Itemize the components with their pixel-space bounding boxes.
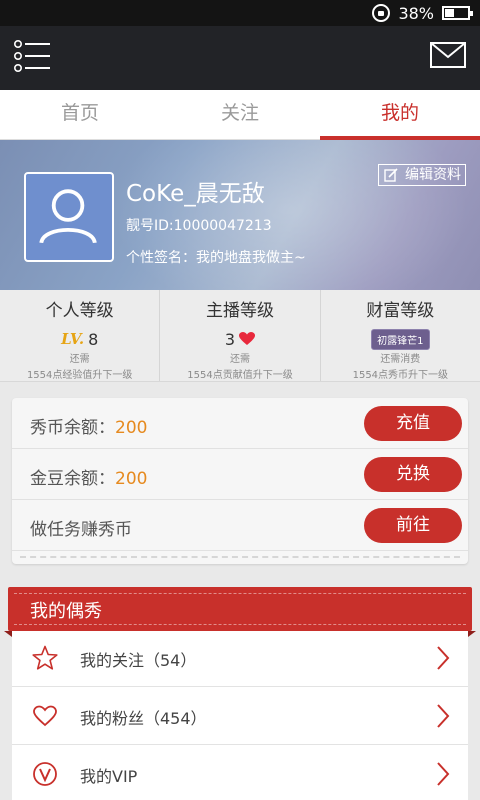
wealth-level: 财富等级 初露锋芒1 还需消费 1554点秀币升下一级 <box>319 290 480 381</box>
task-row: 做任务赚秀币 前往 <box>12 500 468 551</box>
chevron-right-icon <box>437 704 450 728</box>
task-label: 做任务赚秀币 <box>30 520 132 540</box>
coin-balance-value: 200 <box>115 418 148 438</box>
star-icon <box>32 645 58 670</box>
lv-badge: LV. <box>61 330 85 348</box>
edit-profile-label: 编辑资料 <box>405 167 461 183</box>
user-avatar-icon <box>39 189 97 244</box>
chevron-right-icon <box>437 762 450 786</box>
tab-home[interactable]: 首页 <box>0 90 160 139</box>
wealth-badge: 初露锋芒1 <box>371 328 430 350</box>
battery-icon <box>442 6 473 20</box>
list-item-following[interactable]: 我的关注（54） <box>12 631 468 687</box>
status-bar: 38% <box>0 0 480 26</box>
level-need-1: 还需 <box>69 354 90 365</box>
level-title: 财富等级 <box>366 301 435 321</box>
go-task-button[interactable]: 前往 <box>364 508 462 543</box>
level-value: 初露锋芒1 <box>321 328 480 350</box>
balance-card: 秀币余额：200 充值 金豆余额：200 兑换 做任务赚秀币 前往 <box>12 398 468 564</box>
bean-balance-row: 金豆余额：200 兑换 <box>12 449 468 500</box>
level-need-2: 1554点秀币升下一级 <box>352 370 449 381</box>
anchor-level-number: 3 <box>224 329 236 349</box>
ribbon-fold-right <box>468 631 476 637</box>
username: CoKe_晨无敌 <box>126 181 265 207</box>
chevron-right-icon <box>437 646 450 670</box>
ribbon-fold-left <box>4 631 12 637</box>
signature: 个性签名：我的地盘我做主~ <box>126 250 306 266</box>
bean-balance-text: 金豆余额： <box>30 469 115 489</box>
mail-icon[interactable] <box>430 42 466 68</box>
personal-level: 个人等级 LV. 8 还需 1554点经验值升下一级 <box>0 290 159 381</box>
vip-label: 我的VIP <box>80 767 138 786</box>
card-edge-divider <box>20 556 460 558</box>
user-id: 靓号ID:10000047213 <box>126 218 272 234</box>
list-item-fans[interactable]: 我的粉丝（454） <box>12 689 468 745</box>
rotation-lock-icon <box>372 4 391 22</box>
section-title: 我的偶秀 <box>30 601 102 622</box>
edit-icon <box>384 168 398 182</box>
bean-balance-label: 金豆余额：200 <box>30 464 147 489</box>
bean-balance-value: 200 <box>115 469 148 489</box>
level-title: 个人等级 <box>45 301 114 321</box>
level-need-2: 1554点经验值升下一级 <box>26 370 133 381</box>
level-value: LV. 8 <box>0 328 159 350</box>
list-item-vip[interactable]: 我的VIP <box>12 747 468 800</box>
fans-label: 我的粉丝（454） <box>80 709 207 728</box>
heart-outline-icon <box>33 705 57 727</box>
edit-profile-button[interactable]: 编辑资料 <box>378 164 466 186</box>
tab-follow[interactable]: 关注 <box>160 90 320 139</box>
level-need-1: 还需消费 <box>380 354 421 365</box>
coin-balance-row: 秀币余额：200 充值 <box>12 398 468 449</box>
avatar[interactable] <box>24 172 114 262</box>
status-right: 38% <box>372 3 473 23</box>
personal-level-number: 8 <box>88 329 99 349</box>
coin-balance-text: 秀币余额： <box>30 418 115 438</box>
coin-balance-label: 秀币余额：200 <box>30 413 147 438</box>
profile-header: CoKe_晨无敌 靓号ID:10000047213 个性签名：我的地盘我做主~ … <box>0 140 480 290</box>
level-value: 3 <box>160 328 319 350</box>
heart-icon <box>239 332 256 345</box>
tab-mine[interactable]: 我的 <box>320 90 480 140</box>
menu-icon[interactable] <box>14 40 52 72</box>
level-need-2: 1554点贡献值升下一级 <box>187 370 293 381</box>
battery-percent: 38% <box>398 3 434 23</box>
level-title: 主播等级 <box>205 301 274 321</box>
anchor-level: 主播等级 3 还需 1554点贡献值升下一级 <box>159 290 319 381</box>
top-bar <box>0 26 480 90</box>
vip-icon <box>33 762 57 786</box>
following-label: 我的关注（54） <box>80 651 197 670</box>
levels-panel: 个人等级 LV. 8 还需 1554点经验值升下一级 主播等级 3 还需 155… <box>0 290 480 382</box>
level-need-1: 还需 <box>229 354 250 365</box>
exchange-button[interactable]: 兑换 <box>364 457 462 492</box>
recharge-button[interactable]: 充值 <box>364 406 462 441</box>
tab-bar: 首页 关注 我的 <box>0 90 480 140</box>
my-list: 我的关注（54） 我的粉丝（454） 我的VIP <box>12 631 468 800</box>
section-ribbon: 我的偶秀 <box>8 587 472 631</box>
